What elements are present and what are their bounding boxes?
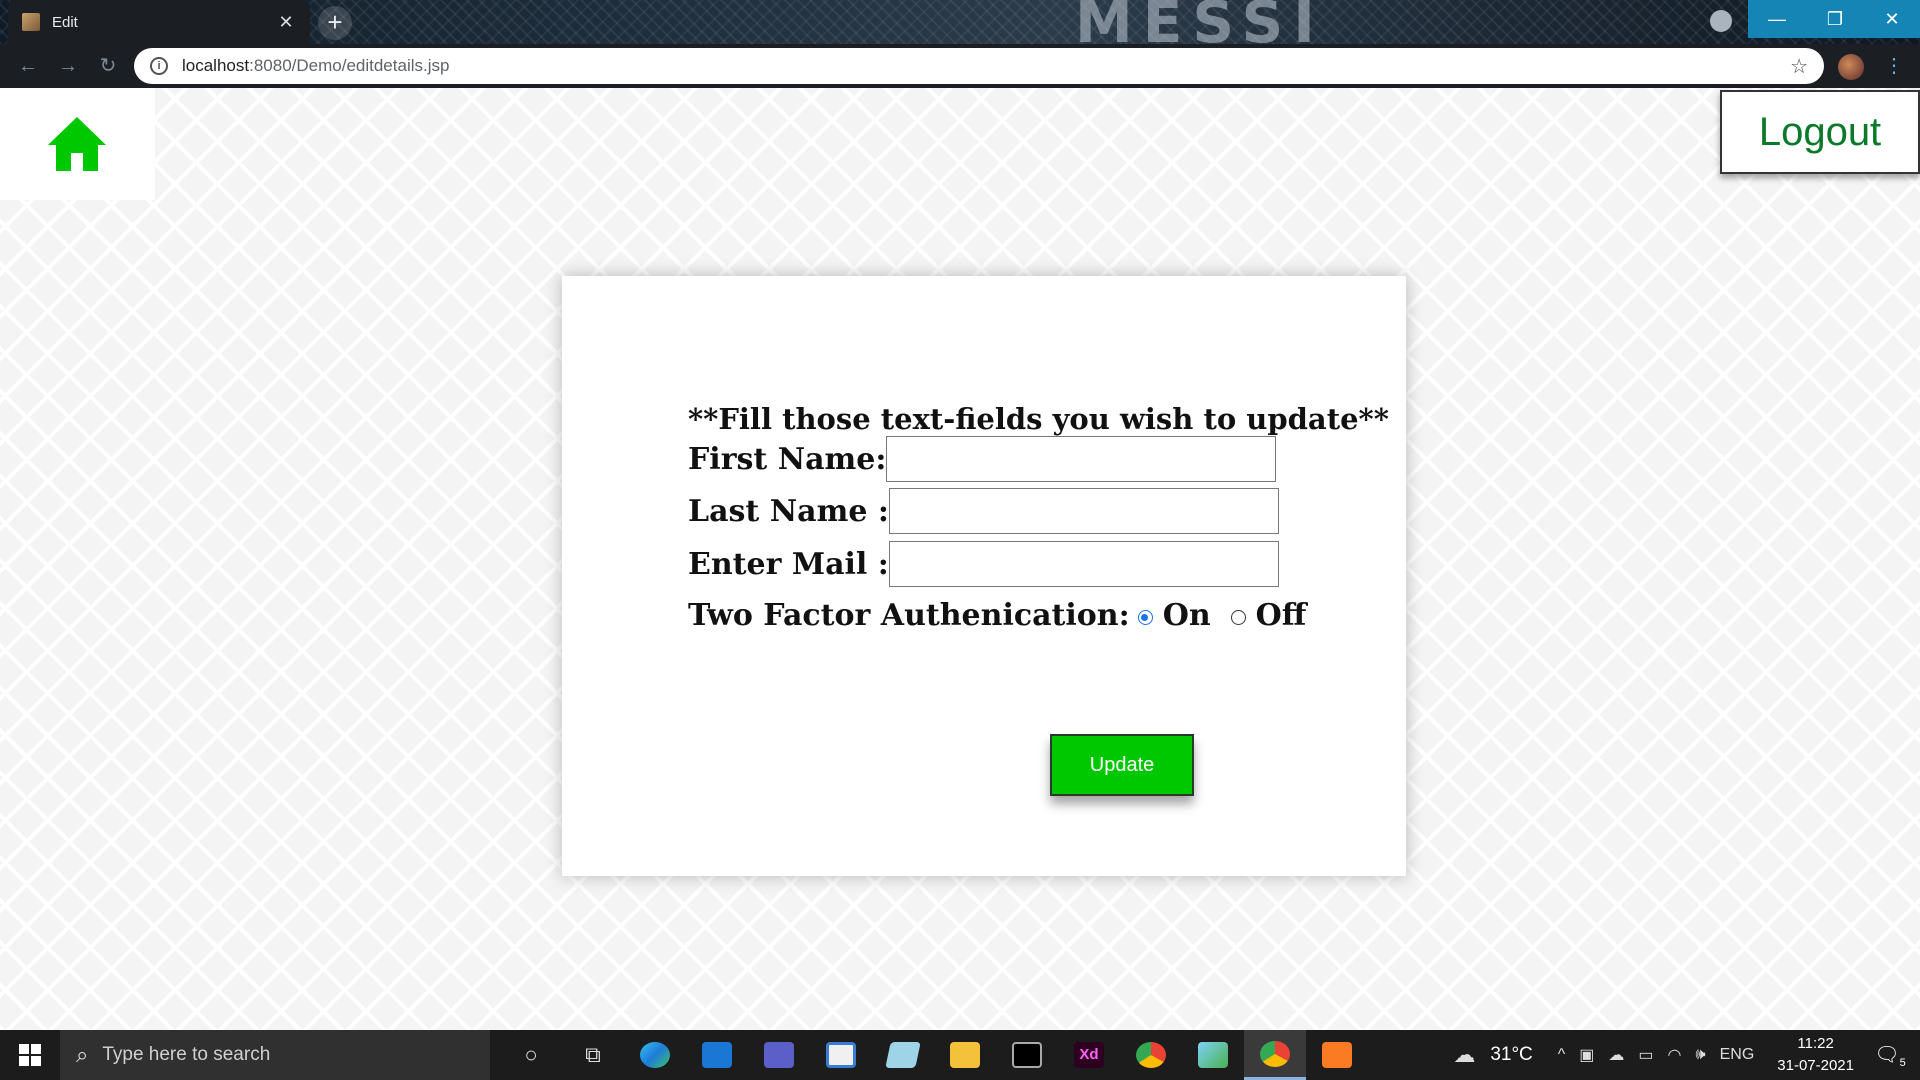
browser-title-bar: MESSI Edit ✕ + — ❐ ✕ bbox=[0, 0, 1920, 44]
xampp-icon[interactable] bbox=[1306, 1030, 1368, 1080]
windows-taskbar: ⌕ Type here to search ○ ⧉ Xd ☁ 31°C ^ ▣ … bbox=[0, 1030, 1920, 1080]
windows-logo-icon bbox=[19, 1044, 41, 1066]
address-bar[interactable]: i localhost :8080/Demo/editdetails.jsp ☆ bbox=[134, 48, 1824, 84]
tab-favicon-icon bbox=[22, 13, 40, 31]
cortana-icon[interactable]: ○ bbox=[500, 1030, 562, 1080]
show-hidden-icons-icon[interactable]: ^ bbox=[1558, 1046, 1566, 1064]
browser-menu-icon[interactable]: ⋮ bbox=[1884, 54, 1904, 78]
new-tab-button[interactable]: + bbox=[318, 6, 352, 40]
back-arrow-icon[interactable]: ← bbox=[12, 50, 44, 82]
meet-now-icon[interactable]: ▣ bbox=[1579, 1045, 1594, 1065]
minimize-button[interactable]: — bbox=[1748, 0, 1806, 38]
store-icon[interactable] bbox=[810, 1030, 872, 1080]
two-factor-off-label[interactable]: Off bbox=[1256, 598, 1307, 633]
user-avatar[interactable] bbox=[1838, 54, 1864, 80]
tab-title: Edit bbox=[52, 13, 78, 31]
chrome-icon[interactable] bbox=[1120, 1030, 1182, 1080]
chrome-profile-icon[interactable] bbox=[1710, 10, 1732, 32]
file-explorer-icon[interactable] bbox=[934, 1030, 996, 1080]
volume-icon[interactable]: 🕪 bbox=[1696, 1046, 1706, 1064]
chrome-profile-icon[interactable] bbox=[1244, 1030, 1306, 1080]
restore-button[interactable]: ❐ bbox=[1806, 0, 1864, 38]
two-factor-off-radio[interactable] bbox=[1230, 610, 1246, 625]
last-name-input[interactable] bbox=[888, 488, 1279, 534]
update-button[interactable]: Update bbox=[1050, 734, 1194, 796]
start-button[interactable] bbox=[0, 1030, 60, 1080]
close-window-button[interactable]: ✕ bbox=[1864, 0, 1920, 38]
taskbar-apps: ○ ⧉ Xd bbox=[500, 1030, 1368, 1080]
weather-cloud-icon[interactable]: ☁ bbox=[1453, 1042, 1475, 1068]
last-name-row: Last Name : bbox=[688, 488, 1279, 534]
reload-icon[interactable]: ↻ bbox=[92, 50, 124, 82]
terminal-icon[interactable] bbox=[996, 1030, 1058, 1080]
search-placeholder: Type here to search bbox=[102, 1044, 271, 1065]
home-link[interactable] bbox=[0, 88, 155, 200]
two-factor-on-label[interactable]: On bbox=[1163, 598, 1211, 633]
first-name-input[interactable] bbox=[886, 436, 1277, 482]
system-tray: ☁ 31°C ^ ▣ ☁ ▭ ◠ 🕪 ENG 11:22 31-07-2021 … bbox=[1446, 1033, 1920, 1077]
browser-tab[interactable]: Edit ✕ bbox=[8, 0, 310, 44]
two-factor-row: Two Factor Authenication: On Off bbox=[688, 598, 1318, 633]
notification-center-icon[interactable]: 🗨5 bbox=[1870, 1042, 1910, 1069]
first-name-label: First Name: bbox=[688, 441, 887, 477]
forward-arrow-icon[interactable]: → bbox=[52, 50, 84, 82]
wifi-icon[interactable]: ◠ bbox=[1668, 1045, 1682, 1065]
search-icon: ⌕ bbox=[76, 1042, 89, 1067]
task-view-icon[interactable]: ⧉ bbox=[562, 1030, 624, 1080]
mail-row: Enter Mail : bbox=[688, 541, 1279, 587]
edit-details-card: **Fill those text-fields you wish to upd… bbox=[562, 276, 1406, 876]
notification-count: 5 bbox=[1899, 1056, 1906, 1069]
edge-icon[interactable] bbox=[624, 1030, 686, 1080]
teams-icon[interactable] bbox=[748, 1030, 810, 1080]
two-factor-on-radio[interactable] bbox=[1137, 610, 1153, 625]
clock-date: 31-07-2021 bbox=[1777, 1057, 1854, 1074]
page-background: Logout **Fill those text-fields you wish… bbox=[0, 88, 1920, 1030]
weather-temperature[interactable]: 31°C bbox=[1490, 1044, 1532, 1066]
onedrive-icon[interactable]: ☁ bbox=[1608, 1045, 1624, 1065]
site-info-icon[interactable]: i bbox=[150, 57, 168, 75]
last-name-label: Last Name : bbox=[688, 493, 889, 529]
two-factor-label: Two Factor Authenication: bbox=[688, 598, 1130, 633]
adobe-xd-icon[interactable]: Xd bbox=[1058, 1030, 1120, 1080]
theme-brand-text: MESSI bbox=[1075, 0, 1325, 44]
clock-time: 11:22 bbox=[1797, 1035, 1834, 1052]
first-name-row: First Name: bbox=[688, 436, 1277, 482]
box-icon[interactable] bbox=[1182, 1030, 1244, 1080]
language-indicator[interactable]: ENG bbox=[1720, 1046, 1755, 1064]
battery-icon[interactable]: ▭ bbox=[1638, 1045, 1653, 1065]
taskbar-clock[interactable]: 11:22 31-07-2021 bbox=[1777, 1033, 1854, 1077]
logout-button[interactable]: Logout bbox=[1720, 90, 1920, 174]
home-icon[interactable] bbox=[46, 115, 108, 173]
taskbar-search-box[interactable]: ⌕ Type here to search bbox=[60, 1030, 490, 1080]
bookmark-star-icon[interactable]: ☆ bbox=[1790, 54, 1808, 79]
edit-details-form: **Fill those text-fields you wish to upd… bbox=[688, 402, 1389, 796]
tab-close-icon[interactable]: ✕ bbox=[276, 12, 296, 33]
form-heading: **Fill those text-fields you wish to upd… bbox=[688, 402, 1389, 436]
url-host: localhost bbox=[182, 56, 250, 75]
url-path: :8080/Demo/editdetails.jsp bbox=[249, 56, 450, 75]
mail-icon[interactable] bbox=[686, 1030, 748, 1080]
mail-label: Enter Mail : bbox=[688, 546, 889, 582]
browser-toolbar: ← → ↻ i localhost :8080/Demo/editdetails… bbox=[0, 44, 1920, 88]
mail-input[interactable] bbox=[888, 541, 1279, 587]
notepad-icon[interactable] bbox=[872, 1030, 934, 1080]
